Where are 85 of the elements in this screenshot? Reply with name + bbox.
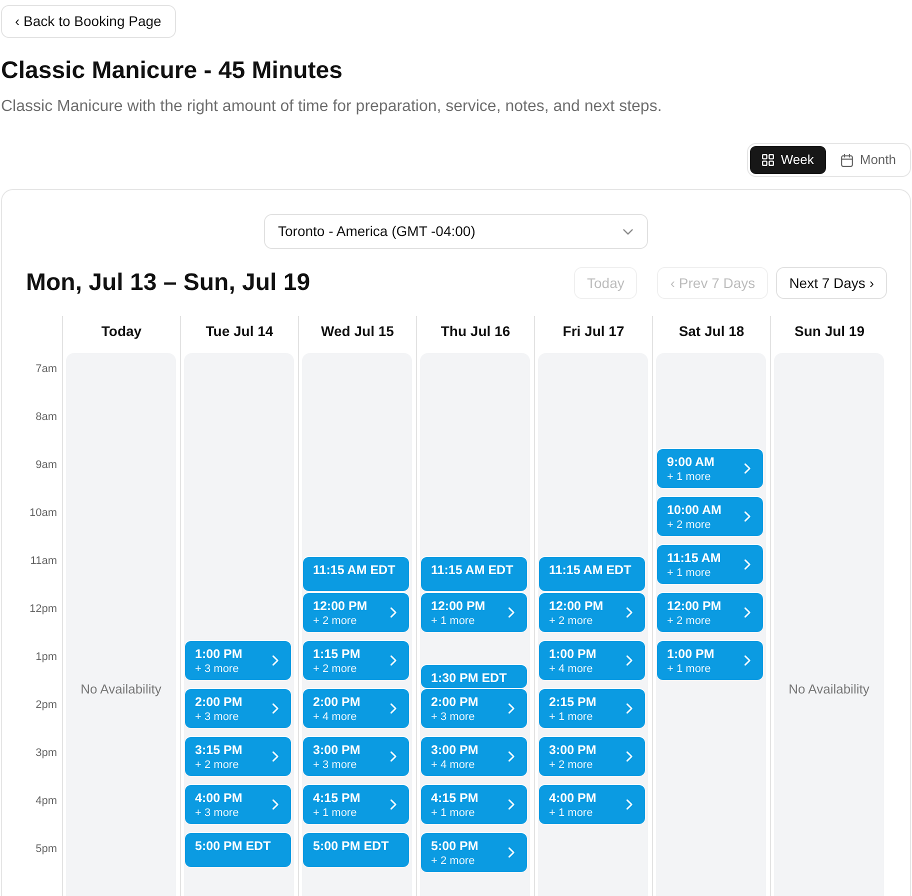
hour-label: 12pm [29, 603, 57, 615]
time-slot-button[interactable]: 9:00 AM + 1 more [657, 449, 763, 488]
hour-label: 9am [36, 459, 57, 471]
time-slot-button[interactable]: 5:00 PM EDT [303, 833, 409, 867]
hour-label: 11am [30, 555, 57, 567]
chevron-right-icon [390, 751, 397, 762]
chevron-right-icon [744, 463, 751, 474]
chevron-right-icon [626, 703, 633, 714]
time-slot-button[interactable]: 5:00 PM + 2 more [421, 833, 527, 872]
day-header: Wed Jul 15 [321, 322, 394, 340]
chevron-right-icon [508, 607, 515, 618]
chevron-right-icon [272, 751, 279, 762]
view-tab[interactable]: Month [828, 146, 908, 174]
time-slot-button[interactable]: 2:15 PM + 1 more [539, 689, 645, 728]
chevron-right-icon [272, 799, 279, 810]
time-slot-button[interactable]: 3:00 PM + 2 more [539, 737, 645, 776]
hour-label: 3pm [36, 747, 57, 759]
hour-label: 10am [29, 507, 57, 519]
page-title: Classic Manicure - 45 Minutes [1, 56, 342, 86]
day-header: Fri Jul 17 [562, 322, 624, 340]
chevron-right-icon [508, 847, 515, 858]
time-slot-button[interactable]: 11:15 AM EDT [421, 557, 527, 591]
chevron-right-icon [744, 655, 751, 666]
date-range-title: Mon, Jul 13 – Sun, Jul 19 [26, 268, 310, 298]
chevron-right-icon [390, 655, 397, 666]
time-slot-button[interactable]: 1:30 PM EDT [421, 665, 527, 688]
timezone-select[interactable]: Toronto - America (GMT -04:00) [264, 214, 648, 249]
hour-label: 5pm [36, 843, 57, 855]
hour-label: 8am [36, 411, 57, 423]
day-header: Today [101, 322, 142, 340]
time-slot-button[interactable]: 1:00 PM + 4 more [539, 641, 645, 680]
view-tab[interactable]: Week [750, 146, 826, 174]
hour-label: 2pm [36, 699, 57, 711]
day-header: Sun Jul 19 [794, 322, 865, 340]
day-header: Tue Jul 14 [206, 322, 274, 340]
chevron-right-icon [272, 703, 279, 714]
day-header: Thu Jul 16 [440, 322, 510, 340]
time-slot-button[interactable]: 12:00 PM + 2 more [657, 593, 763, 632]
calendar-icon [840, 154, 853, 166]
time-slot-button[interactable]: 12:00 PM + 2 more [539, 593, 645, 632]
time-slot-button[interactable]: 12:00 PM + 1 more [421, 593, 527, 632]
no-availability-text: No Availability [80, 680, 162, 698]
time-slot-button[interactable]: 3:15 PM + 2 more [185, 737, 291, 776]
grid-icon [762, 154, 774, 166]
chevron-right-icon [508, 703, 515, 714]
chevron-right-icon [744, 559, 751, 570]
day-header: Sat Jul 18 [678, 322, 744, 340]
hour-label: 1pm [36, 651, 57, 663]
back-button[interactable]: ‹ Back to Booking Page [1, 5, 176, 38]
time-slot-button[interactable]: 4:15 PM + 1 more [303, 785, 409, 824]
time-slot-button[interactable]: 2:00 PM + 4 more [303, 689, 409, 728]
time-slot-button[interactable]: 4:15 PM + 1 more [421, 785, 527, 824]
time-slot-button[interactable]: 1:15 PM + 2 more [303, 641, 409, 680]
time-slot-button[interactable]: 1:00 PM + 3 more [185, 641, 291, 680]
chevron-right-icon [390, 799, 397, 810]
time-slot-button[interactable]: 4:00 PM + 3 more [185, 785, 291, 824]
time-slot-button[interactable]: 12:00 PM + 2 more [303, 593, 409, 632]
chevron-right-icon [626, 799, 633, 810]
no-availability-text: No Availability [788, 680, 870, 698]
chevron-right-icon [508, 799, 515, 810]
hour-label: 7am [36, 363, 57, 375]
chevron-right-icon [390, 703, 397, 714]
next-week-button[interactable]: Next 7 Days › [776, 267, 887, 299]
time-slot-button[interactable]: 3:00 PM + 3 more [303, 737, 409, 776]
chevron-right-icon [744, 511, 751, 522]
page-description: Classic Manicure with the right amount of time for preparation, service, notes, and next steps. [1, 97, 662, 117]
time-slot-button[interactable]: 11:15 AM EDT [539, 557, 645, 591]
chevron-right-icon [626, 607, 633, 618]
time-slot-button[interactable]: 11:15 AM + 1 more [657, 545, 763, 584]
time-slot-button[interactable]: 2:00 PM + 3 more [421, 689, 527, 728]
time-slot-button[interactable]: 1:00 PM + 1 more [657, 641, 763, 680]
time-slot-button[interactable]: 3:00 PM + 4 more [421, 737, 527, 776]
chevron-right-icon [508, 751, 515, 762]
time-slot-button[interactable]: 2:00 PM + 3 more [185, 689, 291, 728]
time-slot-button[interactable]: 4:00 PM + 1 more [539, 785, 645, 824]
chevron-right-icon [626, 655, 633, 666]
chevron-down-icon [623, 228, 633, 234]
chevron-right-icon [626, 751, 633, 762]
time-slot-button[interactable]: 5:00 PM EDT [185, 833, 291, 867]
chevron-right-icon [272, 655, 279, 666]
chevron-right-icon [744, 607, 751, 618]
hour-label: 4pm [36, 795, 57, 807]
chevron-right-icon [390, 607, 397, 618]
time-slot-button[interactable]: 10:00 AM + 2 more [657, 497, 763, 536]
time-slot-button[interactable]: 11:15 AM EDT [303, 557, 409, 591]
